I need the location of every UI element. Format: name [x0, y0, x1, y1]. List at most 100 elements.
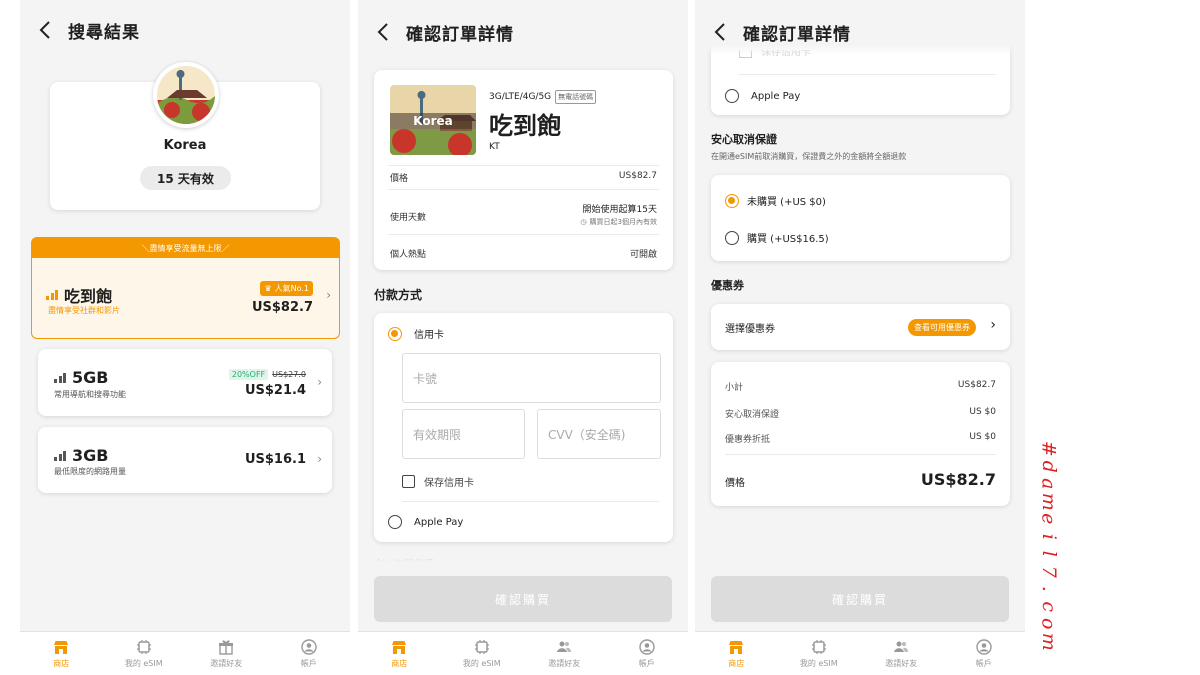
detail-row-price: 價格 US$82.7 — [390, 171, 657, 184]
tab-store[interactable]: 商店 — [358, 632, 441, 675]
total-price: US$82.7 — [920, 470, 996, 489]
coupon-select-row[interactable]: 選擇優惠券 查看可用優惠券 › — [711, 304, 1010, 350]
gift-icon — [219, 639, 234, 655]
tab-account[interactable]: 帳戶 — [606, 632, 689, 675]
network-types: 3G/LTE/4G/5G — [489, 92, 552, 102]
product-image-label: Korea — [413, 114, 453, 128]
tab-my-esim[interactable]: 我的 eSIM — [103, 632, 186, 675]
unlimited-banner: ＼盡情享受流量無上限／ — [31, 237, 340, 259]
users-icon — [894, 641, 909, 652]
search-results-screen: 搜尋結果 Korea 15 天有效 ＼盡情享受流量無上限／ 吃到飽 盡情享受社群… — [20, 0, 350, 675]
radio-unselected[interactable] — [388, 515, 402, 529]
apple-pay-option[interactable]: Apple Pay — [725, 89, 800, 103]
chip-icon — [136, 639, 151, 654]
watermark: # d a m e i l 7. c o m — [1028, 440, 1068, 670]
insurance-no-option[interactable]: 未購買 (+US $0) — [725, 193, 826, 208]
watermark-char: . — [1037, 585, 1060, 592]
total-label: 價格 — [725, 478, 745, 489]
summary-insurance: 安心取消保證 US $0 — [725, 407, 996, 420]
back-button[interactable] — [709, 21, 731, 43]
watermark-char: m — [1037, 632, 1060, 651]
radio-unselected[interactable] — [725, 230, 739, 245]
chevron-left-icon — [377, 23, 388, 41]
plan-price: US$16.1 — [244, 452, 306, 467]
payment-heading: 付款方式 — [374, 288, 423, 302]
plan-desc: 常用導航和搜尋功能 — [54, 390, 126, 399]
watermark-char: m — [1037, 492, 1060, 511]
header: 搜尋結果 — [20, 0, 350, 60]
plan-name: 5GB — [72, 368, 109, 387]
expiry-input[interactable]: 有效期限 — [402, 409, 525, 459]
watermark-char: o — [1037, 618, 1060, 630]
chevron-right-icon: › — [317, 375, 322, 389]
chevron-right-icon: › — [326, 288, 331, 302]
tab-bar: 商店 我的 eSIM 邀請好友 帳戶 — [20, 631, 350, 675]
payment-card: 信用卡 卡號 有效期限 CVV（安全碼) 保存信用卡 Apple Pay — [374, 313, 673, 542]
detail-row-hotspot: 個人熱點 可開啟 — [390, 250, 657, 260]
validity-pill: 15 天有效 — [140, 166, 231, 190]
tab-invite[interactable]: 邀請好友 — [185, 632, 268, 675]
plan-price: US$21.4 — [244, 383, 306, 398]
chevron-right-icon: › — [990, 317, 996, 333]
tab-my-esim[interactable]: 我的 eSIM — [441, 632, 524, 675]
page-title: 確認訂單詳情 — [406, 24, 514, 45]
credit-card-option[interactable]: 信用卡 — [388, 326, 444, 341]
radio-unselected[interactable] — [725, 89, 739, 103]
card-number-input[interactable]: 卡號 — [402, 353, 661, 403]
tab-invite[interactable]: 邀請好友 — [860, 632, 943, 675]
save-card-checkbox[interactable]: 保存信用卡 — [402, 474, 474, 489]
header: 確認訂單詳情 — [695, 0, 1025, 64]
old-price: US$27.0 — [272, 370, 306, 379]
chevron-left-icon — [714, 23, 725, 41]
tab-my-esim[interactable]: 我的 eSIM — [778, 632, 861, 675]
watermark-char: # — [1037, 440, 1060, 457]
plan-5gb[interactable]: 5GB 常用導航和搜尋功能 20%OFF US$27.0 US$21.4 › — [38, 349, 332, 416]
radio-selected[interactable] — [725, 193, 739, 208]
order-details-scrolled-screen: 保存信用卡 Apple Pay 確認訂單詳情 安心取消保證 在開通eSIM前取消… — [695, 0, 1025, 675]
insurance-card: 未購買 (+US $0) 購買 (+US$16.5) — [711, 175, 1010, 261]
watermark-char: 7 — [1037, 565, 1060, 578]
plan-name: 吃到飽 — [64, 287, 113, 306]
tab-account[interactable]: 帳戶 — [943, 632, 1026, 675]
discount-badge: 20%OFF — [228, 369, 269, 380]
store-icon — [729, 640, 744, 654]
tab-store[interactable]: 商店 — [695, 632, 778, 675]
summary-coupon: 優惠券折抵 US $0 — [725, 432, 996, 445]
watermark-char: c — [1037, 600, 1060, 612]
crown-icon: ♛ — [264, 284, 272, 293]
plan-3gb[interactable]: 3GB 最低限度的網路用量 US$16.1 › — [38, 427, 332, 493]
checkbox[interactable] — [402, 475, 415, 488]
tab-invite[interactable]: 邀請好友 — [523, 632, 606, 675]
apple-pay-option[interactable]: Apple Pay — [388, 515, 463, 529]
plan-unlimited[interactable]: 吃到飽 盡情享受社群和影片 ♛ 人氣No.1 US$82.7 › — [31, 258, 340, 339]
confirm-purchase-button[interactable]: 確認購買 — [374, 576, 672, 622]
plan-desc: 盡情享受社群和影片 — [48, 306, 120, 315]
insurance-desc: 在開通eSIM前取消購買，保證費之外的金額將全額退款 — [711, 152, 907, 161]
country-name: Korea — [163, 138, 207, 153]
signal-icon — [54, 372, 66, 383]
watermark-char: a — [1037, 478, 1060, 490]
plan-desc: 最低限度的網路用量 — [54, 467, 126, 476]
insurance-yes-option[interactable]: 購買 (+US$16.5) — [725, 230, 829, 245]
days-value: 開始使用起算15天 — [582, 205, 657, 215]
watermark-char: i — [1037, 533, 1060, 540]
cvv-input[interactable]: CVV（安全碼) — [537, 409, 661, 459]
confirm-purchase-button[interactable]: 確認購買 — [711, 576, 1009, 622]
plan-price: US$82.7 — [251, 300, 313, 315]
back-button[interactable] — [34, 19, 56, 41]
korea-product-image: Korea — [390, 85, 476, 155]
radio-selected[interactable] — [388, 326, 402, 341]
chevron-left-icon — [39, 21, 50, 39]
user-icon — [976, 638, 992, 655]
plan-name: 3GB — [72, 446, 109, 465]
tab-bar: 商店 我的 eSIM 邀請好友 帳戶 — [358, 631, 688, 675]
tab-account[interactable]: 帳戶 — [268, 632, 351, 675]
insurance-title: 安心取消保證 — [711, 133, 777, 146]
view-coupons-badge[interactable]: 查看可用優惠券 — [908, 319, 976, 336]
tab-store[interactable]: 商店 — [20, 632, 103, 675]
store-icon — [392, 640, 407, 654]
popular-badge: ♛ 人氣No.1 — [260, 281, 313, 296]
back-button[interactable] — [372, 21, 394, 43]
clock-icon: ◷ — [580, 218, 587, 226]
user-icon — [639, 638, 655, 655]
